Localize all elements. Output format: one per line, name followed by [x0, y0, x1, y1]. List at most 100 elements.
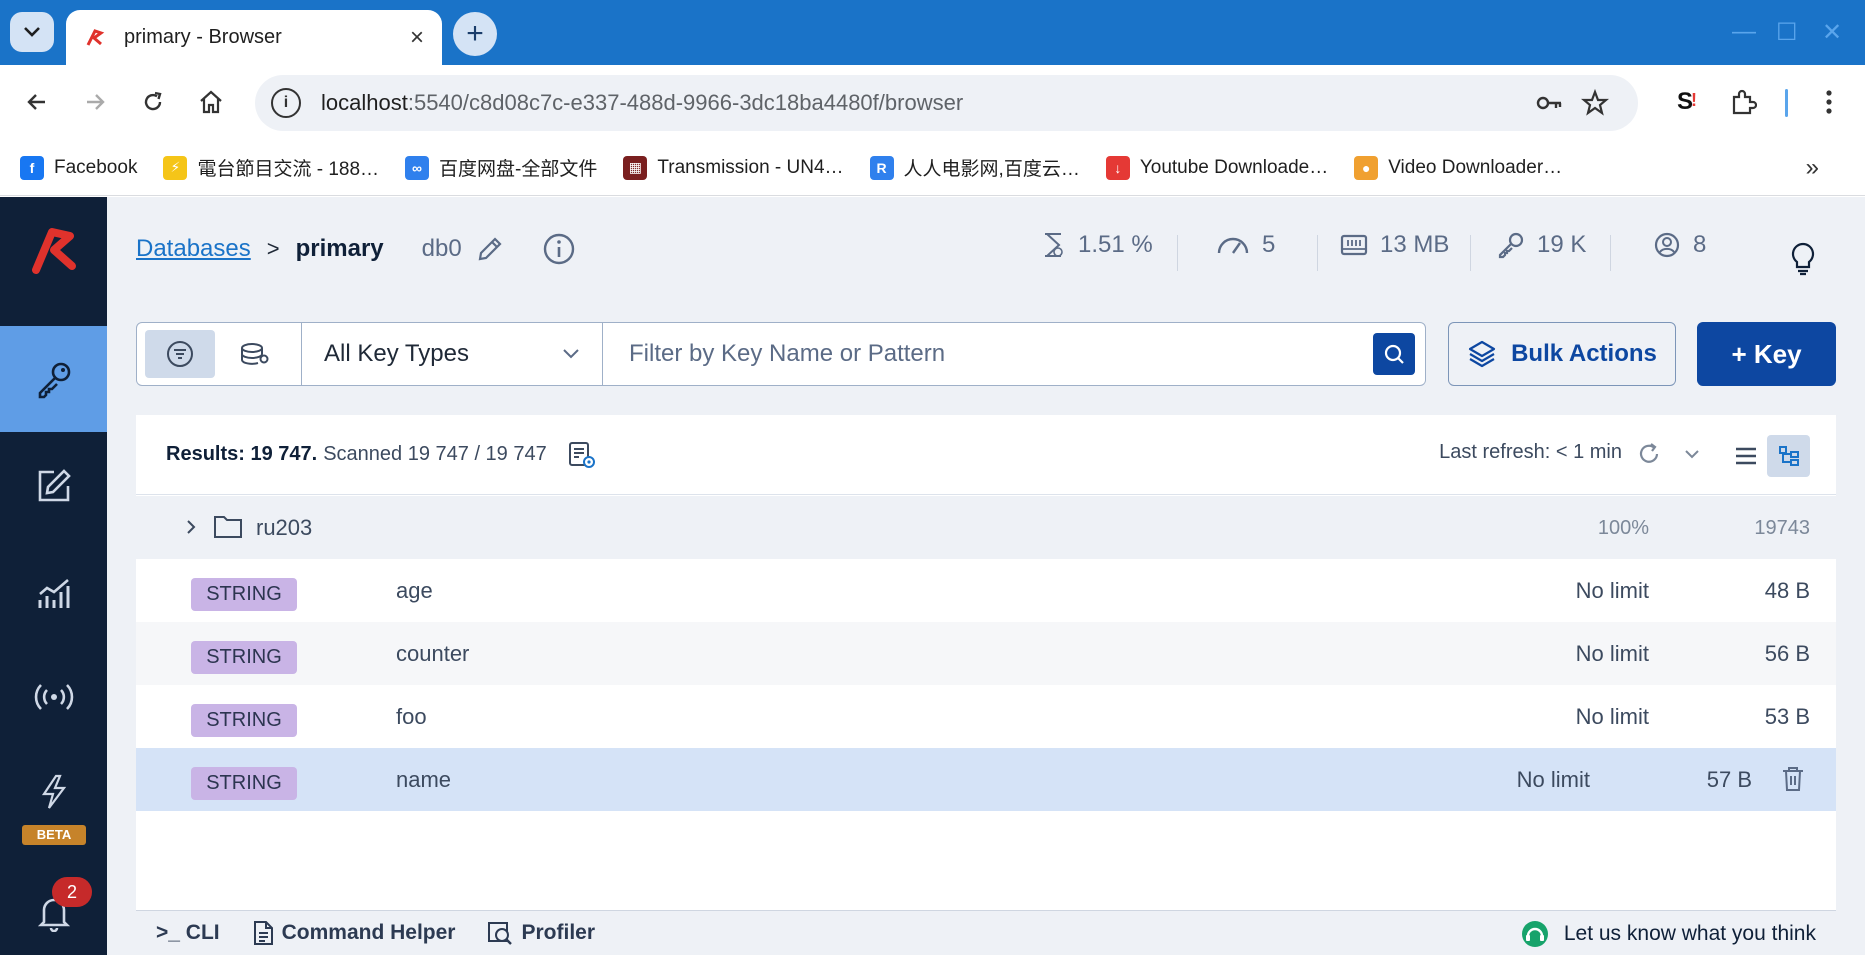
speedometer-icon	[1217, 237, 1249, 254]
profiler-button[interactable]: Profiler	[487, 920, 595, 946]
extensions-puzzle-icon[interactable]	[1726, 85, 1760, 119]
scan-settings-icon[interactable]	[567, 440, 597, 470]
pencil-icon[interactable]	[476, 235, 504, 263]
edit-icon	[38, 469, 71, 502]
table-row[interactable]: STRING counter No limit 56 B	[136, 622, 1836, 685]
database-search-icon	[241, 343, 269, 365]
extension-s-icon[interactable]: S!	[1670, 83, 1704, 117]
key-size: 57 B	[1706, 767, 1752, 792]
folder-name: ru203	[256, 515, 313, 540]
bookmark-item[interactable]: ⚡ 電台節目交流 - 188…	[163, 154, 379, 181]
layers-icon	[1468, 340, 1496, 368]
bookmarks-overflow-icon[interactable]: »	[1806, 154, 1819, 182]
refresh-icon[interactable]	[1636, 441, 1662, 467]
bookmark-item[interactable]: f Facebook	[20, 155, 137, 180]
bookmark-item[interactable]: ∞ 百度网盘-全部文件	[405, 154, 597, 181]
filter-search-index-button[interactable]	[225, 330, 283, 378]
minimize-icon[interactable]: —	[1732, 18, 1756, 46]
lightbulb-icon[interactable]	[1790, 241, 1816, 277]
results-count: Results: 19 747.	[166, 443, 318, 465]
feedback-icon	[1521, 921, 1548, 947]
sidebar-item-analysis[interactable]	[0, 541, 107, 647]
sidebar-item-pubsub[interactable]	[0, 644, 107, 750]
filter-pattern-button[interactable]	[145, 330, 215, 378]
key-type-select[interactable]: All Key Types	[301, 323, 603, 385]
sidebar-item-triggers[interactable]	[0, 757, 107, 827]
search-icon	[1384, 344, 1404, 364]
bookmark-item[interactable]: R 人人电影网,百度云…	[869, 154, 1080, 181]
tree-view-button[interactable]	[1767, 435, 1810, 477]
new-tab-button[interactable]: +	[453, 12, 497, 56]
bulk-actions-button[interactable]: Bulk Actions	[1448, 322, 1676, 386]
address-bar[interactable]: i localhost:5540/c8d08c7c-e337-488d-9966…	[255, 75, 1638, 131]
bookmark-label: Youtube Downloade…	[1139, 156, 1329, 178]
stat-clients: 8	[1653, 231, 1706, 259]
stat-memory: 13 MB	[1340, 231, 1449, 259]
table-row[interactable]: STRING foo No limit 53 B	[136, 685, 1836, 748]
forward-icon[interactable]	[78, 85, 112, 119]
sidebar: BETA 2	[0, 197, 107, 955]
cpu-icon	[1045, 233, 1063, 257]
stat-divider	[1610, 235, 1611, 271]
chevron-down-icon	[24, 27, 40, 37]
key-name: age	[396, 578, 433, 603]
bookmark-favicon-icon: ∞	[405, 155, 430, 180]
list-icon	[1735, 447, 1756, 465]
chevron-right-icon[interactable]	[186, 519, 196, 535]
close-window-icon[interactable]: ✕	[1822, 18, 1842, 47]
browser-menu-icon[interactable]	[1812, 85, 1846, 119]
last-refresh-text: Last refresh: < 1 min	[1439, 441, 1622, 463]
key-search-input[interactable]	[603, 323, 1343, 385]
search-button[interactable]	[1373, 333, 1415, 375]
active-tab[interactable]: primary - Browser ×	[66, 10, 442, 65]
tab-close-icon[interactable]: ×	[410, 24, 424, 52]
bookmark-item[interactable]: ↓ Youtube Downloade…	[1105, 155, 1329, 180]
key-name: name	[396, 767, 452, 792]
view-mode-toggle	[1724, 435, 1810, 477]
table-row[interactable]: STRING age No limit 48 B	[136, 559, 1836, 622]
profiler-icon	[488, 922, 513, 945]
password-key-icon[interactable]	[1535, 89, 1563, 117]
folder-key-count: 19743	[1754, 517, 1810, 539]
key-filter-bar: All Key Types	[136, 322, 1426, 386]
info-icon[interactable]	[542, 232, 576, 266]
sidebar-item-browser[interactable]	[0, 326, 107, 432]
folder-row[interactable]: ru203 100% 19743	[136, 496, 1836, 559]
trash-icon[interactable]	[1780, 765, 1806, 793]
add-key-button[interactable]: + Key	[1697, 322, 1836, 386]
cli-button[interactable]: >_ CLI	[156, 921, 220, 945]
bookmark-favicon-icon: ↓	[1105, 155, 1130, 180]
sidebar-logo[interactable]	[0, 197, 107, 303]
stat-ops: 5	[1216, 231, 1275, 259]
key-type-badge: STRING	[191, 704, 297, 737]
breadcrumb-databases[interactable]: Databases	[136, 235, 251, 263]
chevron-down-icon[interactable]	[1684, 449, 1700, 459]
list-view-button[interactable]	[1724, 435, 1767, 477]
reload-icon[interactable]	[136, 85, 170, 119]
tree-icon	[1778, 446, 1799, 466]
key-name: counter	[396, 641, 470, 666]
table-row-selected[interactable]: STRING name No limit 57 B	[136, 748, 1836, 811]
home-icon[interactable]	[194, 85, 228, 119]
document-icon	[253, 921, 273, 945]
sidebar-item-workbench[interactable]	[0, 433, 107, 539]
command-helper-button[interactable]: Command Helper	[252, 920, 455, 946]
tab-search-button[interactable]	[10, 12, 54, 52]
feedback-link[interactable]: Let us know what you think	[1520, 919, 1816, 949]
bookmark-label: Video Downloader…	[1388, 156, 1563, 178]
maximize-icon[interactable]: ☐	[1776, 18, 1798, 47]
breadcrumb-current: primary	[295, 235, 384, 262]
bookmark-star-icon[interactable]	[1581, 89, 1609, 117]
page-header: Databases > primary db0	[136, 227, 576, 271]
bookmark-item[interactable]: ● Video Downloader…	[1354, 155, 1563, 180]
chevron-down-icon	[563, 349, 579, 359]
key-list-panel: Results: 19 747. Scanned 19 747 / 19 747…	[136, 415, 1836, 955]
user-circle-icon	[1654, 232, 1680, 258]
site-info-icon[interactable]: i	[271, 88, 301, 118]
bookmark-item[interactable]: ▦ Transmission - UN4…	[623, 155, 844, 180]
back-icon[interactable]	[20, 85, 54, 119]
memory-icon	[1340, 234, 1368, 256]
redis-insight-app: BETA 2 Databases > primary db0 1.51 % 5 …	[0, 197, 1865, 955]
bookmark-label: Transmission - UN4…	[657, 156, 844, 178]
db-index-label: db0	[421, 235, 462, 262]
